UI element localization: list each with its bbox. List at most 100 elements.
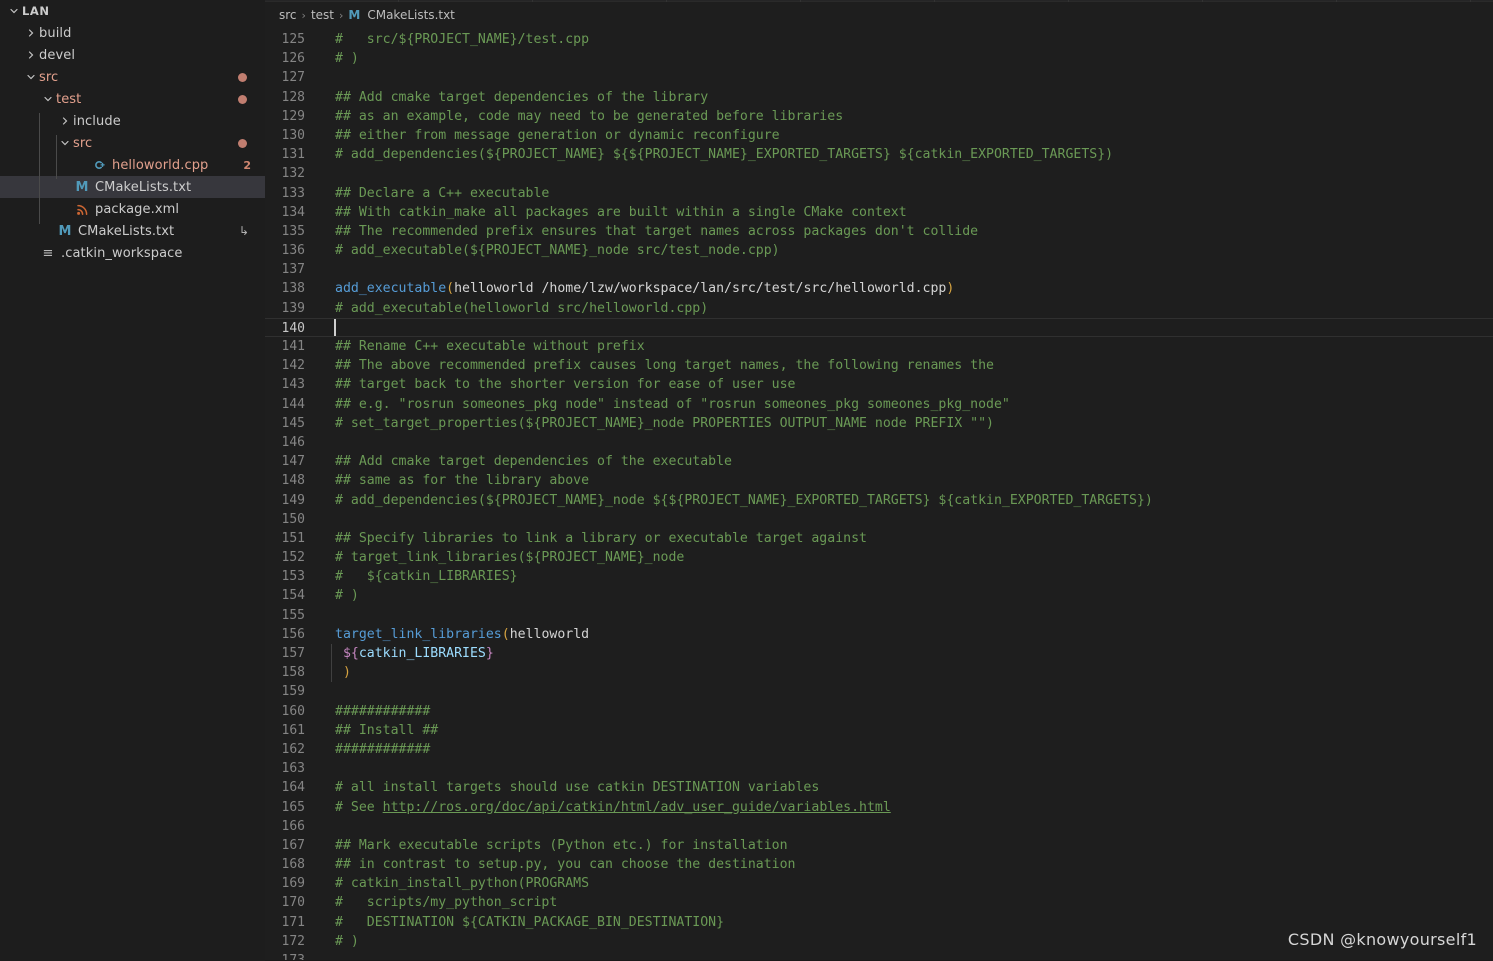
chevron-down-icon[interactable] [23,72,39,82]
code-line[interactable]: 125 # src/${PROJECT_NAME}/test.cpp [265,30,1493,49]
code-line[interactable]: 154 # ) [265,586,1493,605]
code-line[interactable]: 172 # ) [265,932,1493,951]
code-line[interactable]: 157 ${catkin_LIBRARIES} [265,644,1493,664]
code-line[interactable]: 144 ## e.g. "rosrun someones_pkg node" in… [265,395,1493,414]
code-token-varn: catkin_LIBRARIES [358,646,486,661]
code-line[interactable]: 168 ## in contrast to setup.py, you can c… [265,855,1493,874]
code-token-link[interactable]: http://ros.org/doc/api/catkin/html/adv_u… [383,800,891,815]
breadcrumb-item-file[interactable]: CMakeLists.txt [367,8,455,22]
code-token-cm: # ) [335,51,359,67]
code-line-content: # DESTINATION ${CATKIN_PACKAGE_BIN_DESTI… [327,913,1493,932]
code-line[interactable]: 151 ## Specify libraries to link a librar… [265,529,1493,548]
chevron-right-icon[interactable] [23,50,39,60]
xml-file-icon [73,203,91,216]
code-line[interactable]: 141 ## Rename C++ executable without pref… [265,337,1493,356]
line-number: 150 [281,511,305,527]
tree-item-devel[interactable]: devel [0,44,265,66]
code-line-content: ## Add cmake target dependencies of the … [327,452,1493,471]
tree-item-build[interactable]: build [0,22,265,44]
code-line[interactable]: 155 [265,606,1493,625]
code-line[interactable]: 128 ## Add cmake target dependencies of t… [265,88,1493,107]
code-line[interactable]: 149 # add_dependencies(${PROJECT_NAME}_no… [265,491,1493,510]
tab-slot[interactable] [533,0,667,2]
editor-area: src › test › M CMakeLists.txt 125 # src/$… [265,0,1493,961]
code-line[interactable]: 152 # target_link_libraries(${PROJECT_NAM… [265,548,1493,567]
code-line[interactable]: 131 # add_dependencies(${PROJECT_NAME} ${… [265,145,1493,164]
line-number: 125 [281,32,305,47]
line-number: 137 [281,262,305,278]
code-line[interactable]: 136 # add_executable(${PROJECT_NAME}_node… [265,241,1493,260]
line-number: 161 [281,722,305,738]
code-line[interactable]: 139 # add_executable(helloworld src/hello… [265,299,1493,318]
code-token-cm: ## Mark executable scripts (Python etc.)… [335,837,788,853]
chevron-right-icon[interactable] [23,28,39,38]
code-token-cm: ## e.g. "rosrun someones_pkg node" inste… [335,396,1010,412]
code-editor[interactable]: 125 # src/${PROJECT_NAME}/test.cpp 126 # ) 1… [265,28,1493,961]
tree-item-lan[interactable]: LAN [0,0,265,22]
code-line[interactable]: 165 # See http://ros.org/doc/api/catkin/h… [265,798,1493,817]
chevron-right-icon[interactable] [57,116,73,126]
code-line[interactable]: 150 [265,510,1493,529]
code-line[interactable]: 160 ############ [265,702,1493,721]
tree-item-test[interactable]: test [0,88,265,110]
code-token-cm: # ${catkin_LIBRARIES} [335,569,518,585]
code-line[interactable]: 167 ## Mark executable scripts (Python et… [265,836,1493,855]
code-line[interactable]: 158 ) [265,663,1493,683]
tab-slot[interactable] [1337,0,1471,2]
code-line[interactable]: 126 # ) [265,49,1493,68]
tree-item-label: src [39,69,59,85]
chevron-down-icon[interactable] [57,138,73,148]
code-line[interactable]: 146 [265,433,1493,452]
code-line[interactable]: 140 [265,317,1493,339]
code-line[interactable]: 143 ## target back to the shorter version… [265,375,1493,394]
code-line[interactable]: 129 ## as an example, code may need to be… [265,107,1493,126]
code-line[interactable]: 166 [265,817,1493,836]
tab-slot[interactable] [1069,0,1203,2]
code-line-content [327,318,1493,339]
code-line[interactable]: 161 ## Install ## [265,721,1493,740]
breadcrumb-item-src[interactable]: src [279,8,297,22]
tab-slot[interactable] [265,0,399,2]
code-line[interactable]: 148 ## same as for the library above [265,471,1493,490]
line-number: 172 [281,933,305,949]
code-line[interactable]: 159 [265,682,1493,701]
code-token-cm: ## target back to the shorter version fo… [335,377,796,393]
code-line[interactable]: 163 [265,759,1493,778]
code-line[interactable]: 170 # scripts/my_python_script [265,893,1493,912]
tree-item--catkin-workspace[interactable]: ≡ .catkin_workspace [0,242,265,264]
code-line[interactable]: 138 add_executable(helloworld /home/lzw/w… [265,279,1493,298]
code-line[interactable]: 169 # catkin_install_python(PROGRAMS [265,874,1493,893]
code-line-content: # add_executable(${PROJECT_NAME}_node sr… [327,241,1493,260]
code-line[interactable]: 162 ############ [265,740,1493,759]
tab-slot[interactable] [667,0,801,2]
code-line[interactable]: 130 ## either from message generation or … [265,126,1493,145]
code-line[interactable]: 147 ## Add cmake target dependencies of t… [265,452,1493,471]
vscode-window: LAN build devel src test include src helloworld… [0,0,1493,961]
code-line[interactable]: 134 ## With catkin_make all packages are … [265,203,1493,222]
code-line[interactable]: 145 # set_target_properties(${PROJECT_NAM… [265,414,1493,433]
code-line[interactable]: 153 # ${catkin_LIBRARIES} [265,567,1493,586]
chevron-down-icon[interactable] [40,94,56,104]
tree-item-src[interactable]: src [0,66,265,88]
code-line[interactable]: 156 target_link_libraries(helloworld [265,625,1493,644]
code-line-content: # ${catkin_LIBRARIES} [327,567,1493,586]
code-line-content: ## Install ## [327,721,1493,740]
breadcrumb-item-test[interactable]: test [311,8,334,22]
chevron-down-icon[interactable] [6,6,22,16]
code-line[interactable]: 137 [265,260,1493,279]
line-number: 126 [281,51,305,67]
code-line[interactable]: 127 [265,68,1493,87]
code-line[interactable]: 164 # all install targets should use catk… [265,778,1493,797]
tab-slot[interactable] [1203,0,1337,2]
code-line[interactable]: 132 [265,164,1493,183]
code-line[interactable]: 142 ## The above recommended prefix cause… [265,356,1493,375]
code-line-content: ## in contrast to setup.py, you can choo… [327,855,1493,874]
code-line[interactable]: 133 ## Declare a C++ executable [265,184,1493,203]
code-line[interactable]: 171 # DESTINATION ${CATKIN_PACKAGE_BIN_DE… [265,913,1493,932]
code-line[interactable]: 135 ## The recommended prefix ensures tha… [265,222,1493,241]
tab-slot[interactable] [801,0,935,2]
tab-slot[interactable] [935,0,1069,2]
line-number: 134 [281,204,305,220]
line-number: 128 [281,89,305,105]
tab-slot[interactable] [399,0,533,2]
